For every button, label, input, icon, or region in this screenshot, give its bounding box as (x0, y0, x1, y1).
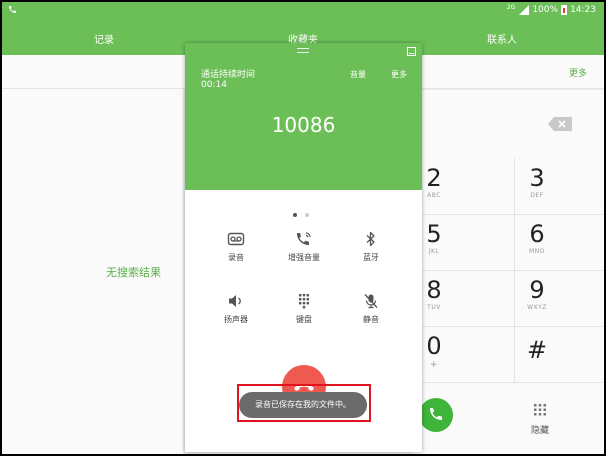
duration-label: 通话持续时间 (201, 70, 256, 80)
speaker-button[interactable]: 扬声器 (206, 293, 266, 325)
contacts-list-panel (2, 55, 183, 454)
tablet-screen: 2G 100% 14:23 记录 收藏夹 联系人 更多 无搜索结果 2 ABC … (2, 2, 604, 454)
record-icon (227, 232, 245, 246)
boost-volume-icon (297, 232, 311, 245)
key-digit: 3 (529, 164, 545, 192)
call-header: 通话持续时间 00:14 音量 更多 10086 (185, 43, 422, 190)
dialpad-divider (417, 270, 604, 271)
hide-keypad-button[interactable]: 隐藏 (515, 402, 565, 436)
record-label: 录音 (228, 253, 244, 262)
bluetooth-button[interactable]: 蓝牙 (341, 231, 401, 263)
backspace-icon[interactable] (548, 116, 572, 131)
call-button[interactable] (419, 398, 453, 432)
key-9[interactable]: 9 WXYZ (487, 276, 587, 311)
dialpad-divider (417, 214, 604, 215)
key-digit: 6 (529, 220, 545, 248)
keypad-grid-icon (534, 404, 546, 416)
volume-button[interactable]: 音量 (350, 69, 366, 80)
battery-percent: 100% (532, 5, 559, 15)
call-more-button[interactable]: 更多 (391, 69, 407, 80)
tab-records[interactable]: 记录 (94, 31, 114, 46)
keypad-label: 键盘 (296, 315, 312, 324)
phone-call-icon (8, 5, 16, 17)
mute-label: 静音 (363, 315, 379, 324)
hide-label: 隐藏 (530, 426, 549, 436)
key-digit: 9 (529, 276, 545, 304)
mute-icon (364, 294, 378, 309)
boost-volume-label: 增强音量 (288, 253, 320, 262)
dialpad-divider (417, 382, 604, 383)
key-3[interactable]: 3 DEF (487, 164, 587, 199)
speaker-label: 扬声器 (224, 315, 248, 324)
key-digit: # (526, 336, 548, 364)
key-6[interactable]: 6 MNO (487, 220, 587, 255)
call-number: 10086 (271, 113, 336, 137)
more-menu-button[interactable]: 更多 (569, 66, 587, 79)
drag-handle-icon[interactable] (297, 48, 309, 53)
phone-icon (430, 408, 442, 420)
mute-button[interactable]: 静音 (341, 293, 401, 325)
keypad-button[interactable]: 键盘 (274, 293, 334, 325)
dialpad-divider (417, 326, 604, 327)
network-type: 2G (506, 3, 516, 11)
boost-volume-button[interactable]: 增强音量 (274, 231, 334, 263)
record-button[interactable]: 录音 (206, 231, 266, 263)
page-dot (305, 213, 309, 217)
tab-contacts[interactable]: 联系人 (487, 31, 517, 46)
bluetooth-label: 蓝牙 (363, 253, 379, 262)
duration-value: 00:14 (201, 80, 227, 90)
page-indicator (293, 202, 317, 221)
minimize-icon[interactable] (407, 47, 416, 56)
speaker-icon (229, 295, 241, 307)
bluetooth-icon (366, 231, 375, 247)
key-letters: WXYZ (527, 304, 547, 311)
key-letters: MNO (529, 248, 545, 255)
signal-icon (518, 5, 530, 15)
battery-icon (561, 5, 568, 15)
status-bar: 2G 100% 14:23 (2, 2, 604, 20)
page-dot-active (293, 213, 297, 217)
keypad-icon (299, 294, 309, 309)
key-hash[interactable]: # (487, 336, 587, 364)
key-letters: DEF (530, 192, 544, 199)
no-results-text: 无搜索结果 (106, 266, 161, 279)
clock: 14:23 (570, 5, 596, 15)
annotation-highlight-box (237, 384, 371, 422)
